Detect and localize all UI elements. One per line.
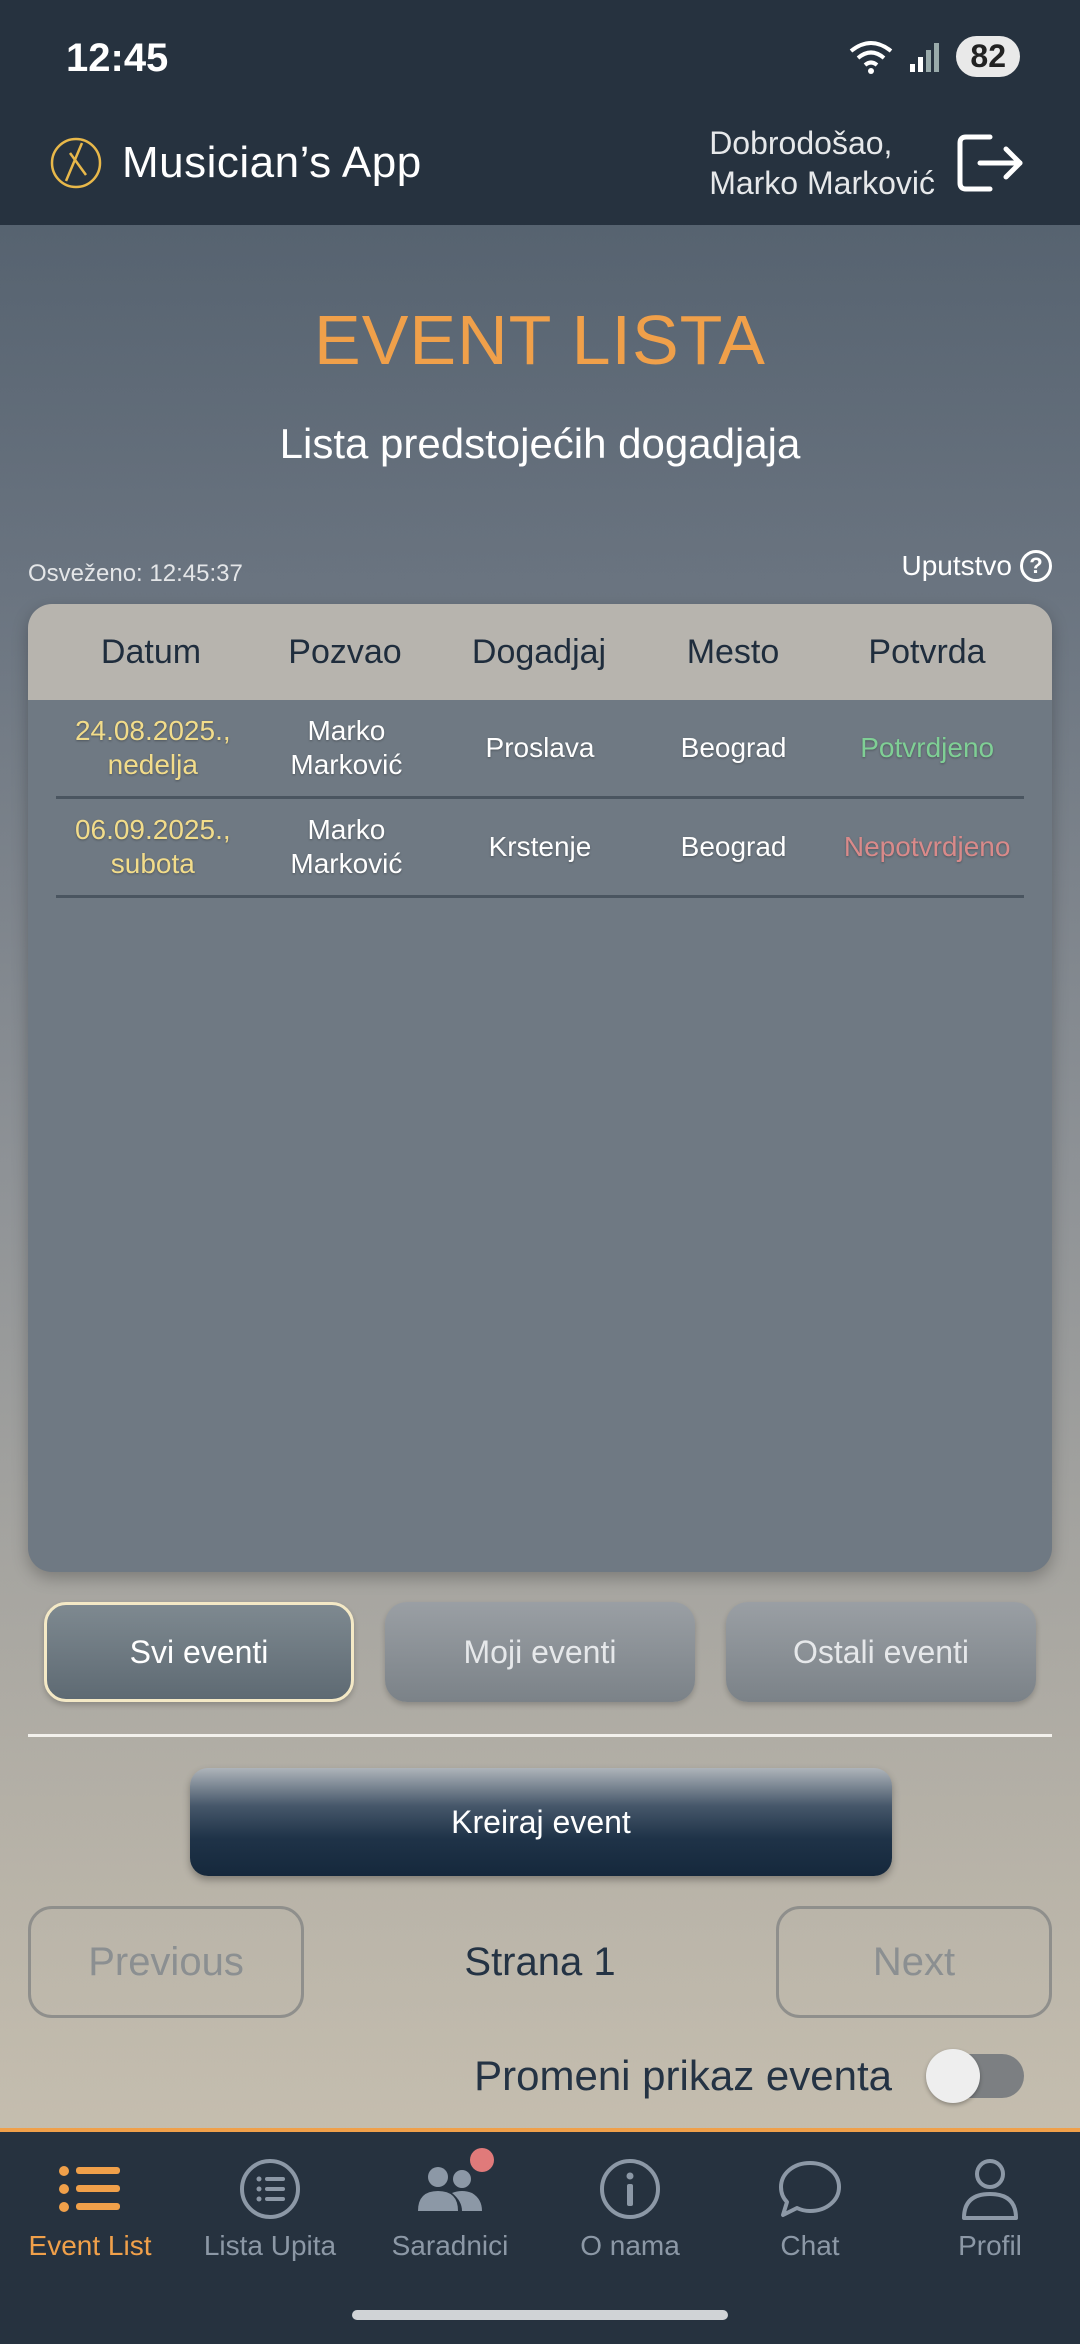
toggle-knob bbox=[926, 2049, 980, 2103]
page-subtitle: Lista predstojećih dogadjaja bbox=[279, 420, 801, 467]
help-link[interactable]: Uputstvo ? bbox=[901, 550, 1052, 582]
divider bbox=[28, 1734, 1052, 1737]
previous-page-button[interactable]: Previous bbox=[28, 1906, 304, 2018]
nav-chat[interactable]: Chat bbox=[720, 2132, 900, 2282]
app-title: Musician’s App bbox=[122, 137, 422, 187]
refreshed-timestamp: Osveženo: 12:45:37 bbox=[28, 560, 243, 587]
cell-invited-by-last: Marković bbox=[290, 749, 403, 780]
column-header-date[interactable]: Datum bbox=[54, 633, 248, 672]
view-toggle-switch[interactable] bbox=[926, 2049, 1024, 2103]
welcome-text: Dobrodošao, Marko Marković bbox=[709, 110, 935, 215]
bottom-navigation: Event List Lista Upita Saradnici O nama … bbox=[0, 2128, 1080, 2344]
cell-invited-by-first: Marko bbox=[307, 715, 386, 746]
events-table: Datum Pozvao Dogadjaj Mesto Potvrda 24.0… bbox=[28, 604, 1052, 1572]
view-toggle-label: Promeni prikaz eventa bbox=[474, 2052, 892, 2099]
column-header-place[interactable]: Mesto bbox=[636, 633, 830, 672]
filter-other-events-button[interactable]: Ostali eventi bbox=[726, 1602, 1036, 1702]
list-icon bbox=[59, 2166, 120, 2212]
cell-status: Potvrdjeno bbox=[860, 732, 995, 763]
info-icon bbox=[600, 2159, 660, 2219]
logout-icon bbox=[957, 134, 1023, 192]
cell-date: 24.08.2025., nedelja bbox=[56, 714, 250, 782]
pagination: Previous Strana 1 Next bbox=[28, 1906, 1052, 2022]
cell-place: Beograd bbox=[680, 831, 787, 862]
nav-about[interactable]: O nama bbox=[540, 2132, 720, 2282]
app-header: Musician’s App Dobrodošao, Marko Markovi… bbox=[0, 110, 1080, 225]
cell-date-day: subota bbox=[110, 848, 195, 879]
cell-invited-by: Marko Marković bbox=[250, 813, 444, 881]
cell-date-day: nedelja bbox=[107, 749, 198, 780]
table-row[interactable]: 06.09.2025., subota Marko Marković Krste… bbox=[56, 799, 1024, 898]
battery-indicator: 82 bbox=[956, 36, 1020, 77]
nav-label: Lista Upita bbox=[203, 2230, 337, 2261]
create-event-button[interactable]: Kreiraj event bbox=[190, 1768, 892, 1876]
cell-date: 06.09.2025., subota bbox=[56, 813, 250, 881]
nav-label: O nama bbox=[580, 2230, 680, 2261]
cell-place: Beograd bbox=[680, 732, 787, 763]
table-row[interactable]: 24.08.2025., nedelja Marko Marković Pros… bbox=[56, 700, 1024, 799]
chat-icon bbox=[779, 2161, 841, 2217]
signal-icon bbox=[910, 42, 940, 72]
list-circle-icon bbox=[240, 2159, 300, 2219]
column-header-confirmation[interactable]: Potvrda bbox=[830, 633, 1024, 672]
cell-date-value: 06.09.2025., bbox=[74, 814, 231, 845]
column-header-invited-by[interactable]: Pozvao bbox=[248, 633, 442, 672]
filter-all-events-button[interactable]: Svi eventi bbox=[44, 1602, 354, 1702]
filter-my-events-button[interactable]: Moji eventi bbox=[385, 1602, 695, 1702]
welcome-greeting: Dobrodošao, bbox=[709, 124, 893, 161]
wifi-icon bbox=[850, 40, 893, 74]
page-title: EVENT LISTA bbox=[314, 301, 766, 379]
question-icon: ? bbox=[1020, 550, 1052, 582]
cell-invited-by-first: Marko bbox=[307, 814, 386, 845]
cell-event: Krstenje bbox=[488, 831, 592, 862]
event-filter-group: Svi eventi Moji eventi Ostali eventi bbox=[44, 1602, 1036, 1702]
nav-inquiry-list[interactable]: Lista Upita bbox=[180, 2132, 360, 2282]
cell-event: Proslava bbox=[485, 732, 595, 763]
view-toggle-row: Promeni prikaz eventa bbox=[474, 2044, 1024, 2108]
user-icon bbox=[962, 2159, 1018, 2220]
app-logo: Musician’s App bbox=[48, 110, 422, 215]
welcome-username: Marko Marković bbox=[709, 164, 935, 201]
nav-event-list[interactable]: Event List bbox=[0, 2132, 180, 2282]
home-indicator[interactable] bbox=[352, 2310, 728, 2320]
help-label: Uputstvo bbox=[901, 550, 1013, 581]
cell-status: Nepotvrdjeno bbox=[843, 831, 1011, 862]
status-icons: 82 bbox=[848, 36, 1020, 77]
nav-profile[interactable]: Profil bbox=[900, 2132, 1080, 2282]
nav-label: Chat bbox=[780, 2230, 840, 2261]
cell-invited-by-last: Marković bbox=[290, 848, 403, 879]
cell-date-value: 24.08.2025., bbox=[74, 715, 231, 746]
nav-label: Event List bbox=[28, 2230, 152, 2261]
nav-collaborators[interactable]: Saradnici bbox=[360, 2132, 540, 2282]
cell-invited-by: Marko Marković bbox=[250, 714, 444, 782]
nav-label: Profil bbox=[958, 2230, 1022, 2261]
status-time: 12:45 bbox=[66, 36, 169, 80]
nav-label: Saradnici bbox=[391, 2230, 509, 2261]
next-page-button[interactable]: Next bbox=[776, 1906, 1052, 2018]
table-header: Datum Pozvao Dogadjaj Mesto Potvrda bbox=[28, 604, 1052, 700]
logout-button[interactable] bbox=[945, 118, 1035, 208]
notification-badge bbox=[470, 2148, 494, 2172]
logo-icon bbox=[50, 137, 102, 188]
column-header-event[interactable]: Dogadjaj bbox=[442, 633, 636, 672]
status-bar: 12:45 82 bbox=[0, 0, 1080, 110]
